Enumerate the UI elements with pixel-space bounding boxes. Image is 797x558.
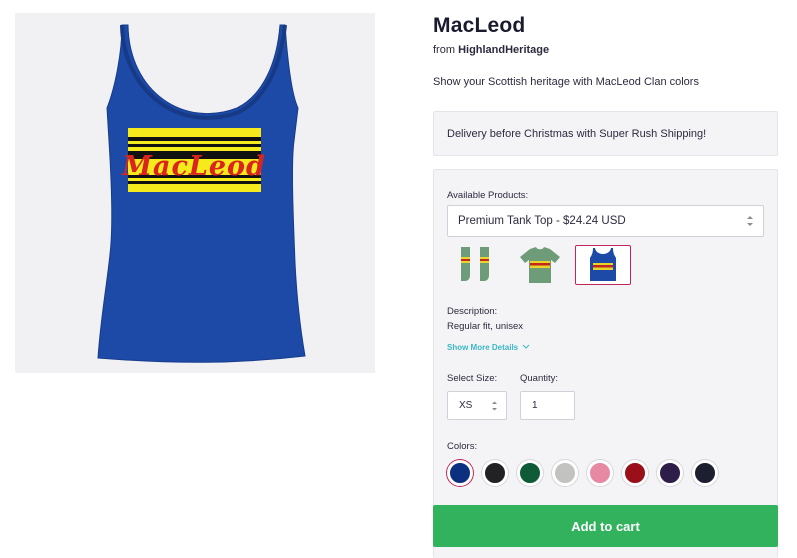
color-swatch[interactable] — [482, 460, 508, 486]
color-swatch[interactable] — [517, 460, 543, 486]
description-text: Regular fit, unisex — [447, 321, 524, 332]
delivery-banner: Delivery before Christmas with Super Rus… — [433, 111, 778, 156]
product-tagline: Show your Scottish heritage with MacLeod… — [433, 76, 699, 88]
product-thumb-tshirt[interactable] — [512, 245, 568, 285]
available-products-label: Available Products: — [447, 190, 529, 201]
delivery-text: Delivery before Christmas with Super Rus… — [447, 128, 707, 140]
from-prefix: from — [433, 44, 455, 56]
artwork-text: MacLeod — [121, 151, 266, 182]
product-select-value: Premium Tank Top - $24.24 USD — [458, 215, 626, 227]
color-swatch[interactable] — [587, 460, 613, 486]
product-thumb-socks[interactable] — [447, 245, 503, 285]
color-swatch[interactable] — [692, 460, 718, 486]
tank-top-illustration: MacLeod — [97, 24, 306, 363]
store-link[interactable]: HighlandHeritage — [458, 44, 549, 56]
purchase-panel: Available Products: Premium Tank Top - $… — [433, 169, 778, 558]
product-thumb-tank-top[interactable] — [575, 245, 631, 285]
select-arrows-icon — [747, 216, 753, 226]
color-swatch[interactable] — [552, 460, 578, 486]
store-byline: from HighlandHeritage — [433, 44, 549, 56]
chevron-down-icon — [523, 344, 530, 349]
color-swatch[interactable] — [657, 460, 683, 486]
quantity-field[interactable] — [520, 391, 575, 420]
description-label: Description: — [447, 306, 498, 317]
tank-top-icon — [590, 248, 616, 281]
product-image: MacLeod — [15, 13, 375, 373]
product-select[interactable]: Premium Tank Top - $24.24 USD — [447, 205, 764, 237]
product-title: MacLeod — [433, 14, 526, 37]
size-select-value: XS — [459, 400, 473, 411]
size-select[interactable]: XS — [447, 391, 507, 420]
show-more-label: Show More Details — [447, 343, 519, 352]
select-arrows-icon — [492, 401, 497, 411]
show-more-details-link[interactable]: Show More Details — [447, 343, 530, 352]
add-to-cart-button[interactable]: Add to cart — [433, 505, 778, 547]
color-swatch[interactable] — [622, 460, 648, 486]
quantity-input[interactable] — [521, 392, 574, 419]
color-swatch[interactable] — [447, 460, 473, 486]
tshirt-icon — [520, 247, 560, 283]
colors-label: Colors: — [447, 441, 478, 452]
quantity-label: Quantity: — [520, 373, 559, 384]
socks-icon — [461, 247, 489, 281]
size-label: Select Size: — [447, 373, 498, 384]
